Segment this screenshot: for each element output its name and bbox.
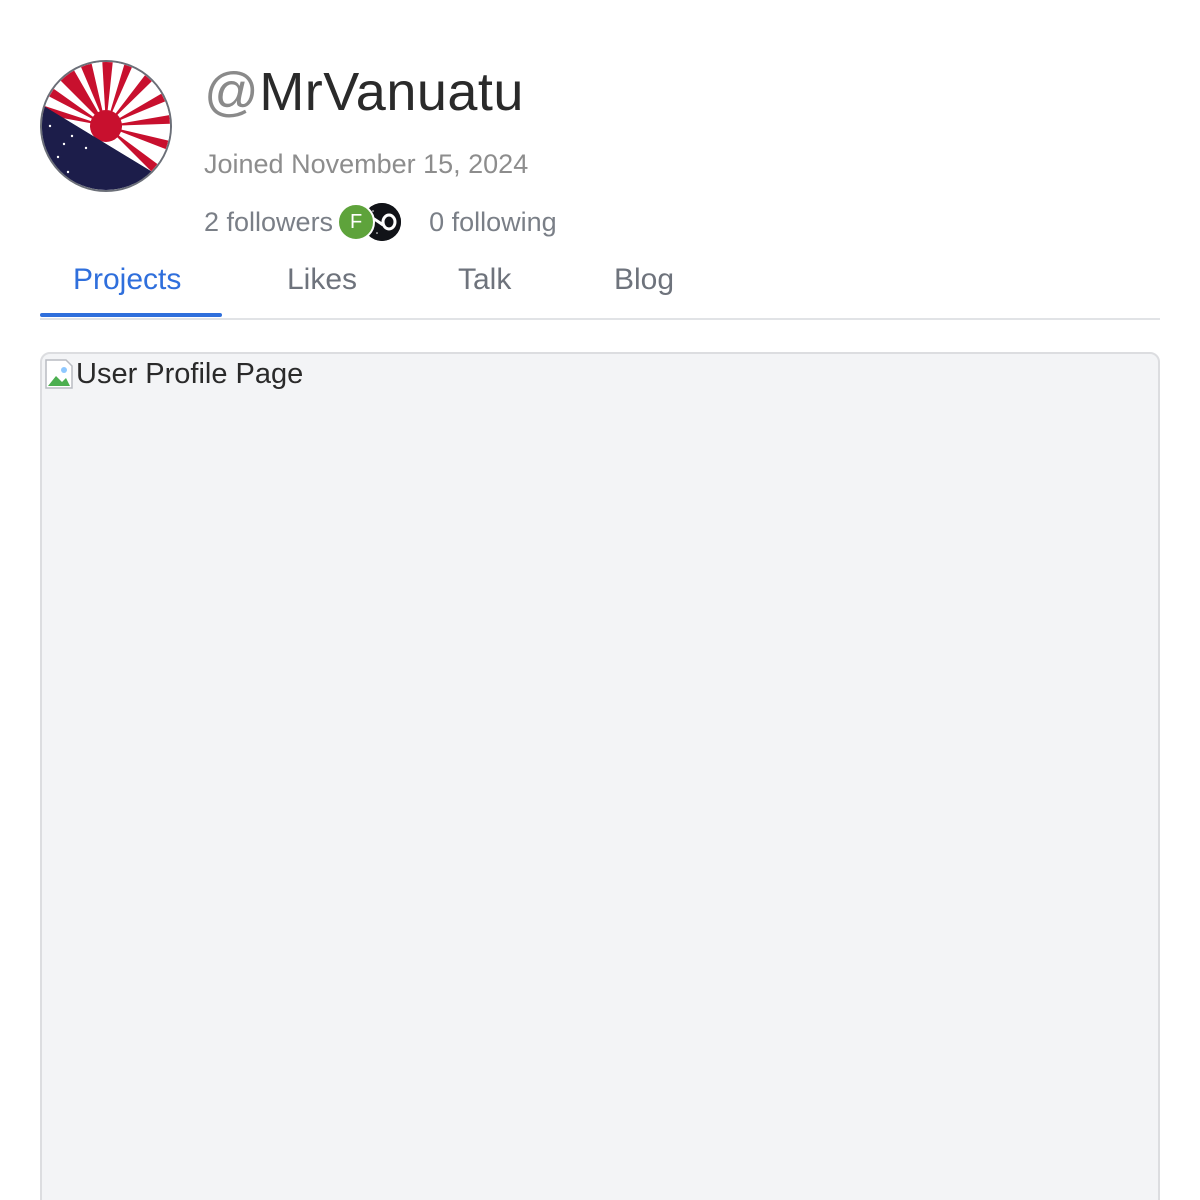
active-tab-indicator (40, 313, 222, 317)
broken-image-icon (44, 358, 74, 390)
tab-likes[interactable]: Likes (287, 260, 357, 300)
profile-username: @MrVanuatu (204, 60, 524, 124)
username-at-symbol: @ (204, 62, 260, 122)
username-text: MrVanuatu (259, 62, 524, 122)
tab-talk[interactable]: Talk (458, 260, 511, 300)
broken-image: User Profile Page (44, 356, 303, 392)
profile-avatar[interactable] (40, 60, 172, 192)
followers-link[interactable]: 2 followers (204, 207, 333, 238)
follower-avatars: F (337, 203, 402, 241)
following-link[interactable]: 0 following (429, 207, 557, 238)
avatar-flag-image (42, 62, 170, 190)
tab-blog[interactable]: Blog (614, 260, 674, 300)
profile-page: @MrVanuatu Joined November 15, 2024 2 fo… (0, 0, 1200, 1200)
follower-avatar-f[interactable]: F (337, 203, 376, 241)
profile-tabs: Projects Likes Talk Blog (40, 250, 1160, 320)
projects-content-panel: User Profile Page (40, 352, 1160, 1200)
follower-avatar-initial: F (349, 210, 363, 233)
joined-date: Joined November 15, 2024 (204, 149, 529, 179)
profile-header: @MrVanuatu Joined November 15, 2024 2 fo… (40, 60, 1160, 241)
social-stats: 2 followers F 0 following (204, 200, 557, 244)
tab-projects[interactable]: Projects (73, 260, 181, 300)
broken-image-alt-text: User Profile Page (76, 358, 304, 390)
